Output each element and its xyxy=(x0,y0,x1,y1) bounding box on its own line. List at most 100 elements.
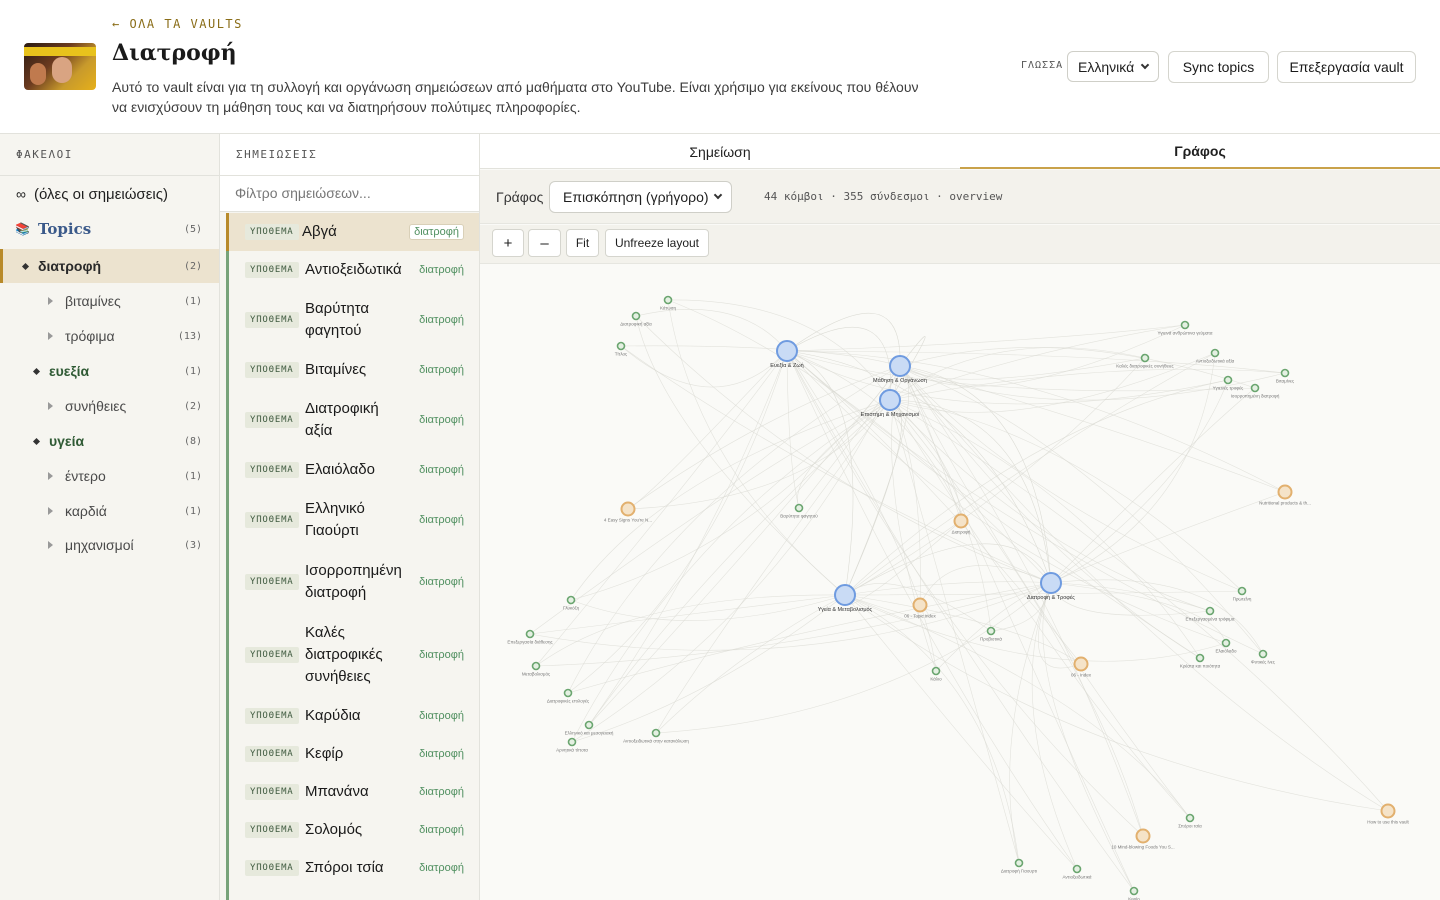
graph-node-note[interactable] xyxy=(1180,320,1190,330)
note-list-item[interactable]: ΥΠΟΘΕΜΑ Βιταμίνες διατροφή xyxy=(226,351,479,389)
note-list-item[interactable]: ΥΠΟΘΕΜΑ Ελαιόλαδο διατροφή xyxy=(226,451,479,489)
vault-header: ← ΟΛΑ ΤΑ VAULTS Διατροφή Αυτό το vault ε… xyxy=(0,0,1440,134)
graph-node-note[interactable] xyxy=(1185,813,1195,823)
graph-mode-select[interactable]: Επισκόπηση (γρήγορο) xyxy=(549,181,732,213)
graph-node-note[interactable] xyxy=(1250,383,1260,393)
note-list-item[interactable]: ΥΠΟΘΕΜΑ Αβγά διατροφή xyxy=(226,213,479,251)
graph-node-note[interactable] xyxy=(525,629,535,639)
graph-edge xyxy=(571,365,901,743)
language-select[interactable]: Ελληνικά xyxy=(1067,51,1159,82)
note-list-item[interactable]: ΥΠΟΘΕΜΑ Ελληνικό Γιαούρτι διατροφή xyxy=(226,489,479,551)
graph-svg[interactable]: Ευεξία & Ζωή Μάθηση & Οργάνωση Επιστήμη & … xyxy=(480,264,1440,900)
graph-node-topic[interactable] xyxy=(776,340,798,362)
graph-node-source[interactable] xyxy=(1380,803,1396,819)
graph-node-note[interactable] xyxy=(584,720,594,730)
note-list-item[interactable]: ΥΠΟΘΕΜΑ Κεφίρ διατροφή xyxy=(226,735,479,773)
graph-canvas[interactable]: Ευεξία & Ζωή Μάθηση & Οργάνωση Επιστήμη & … xyxy=(480,264,1440,900)
folder-topics[interactable]: 📚 Topics (5) xyxy=(0,212,219,246)
graph-node-note[interactable] xyxy=(531,661,541,671)
folder-topics-count: (5) xyxy=(183,223,202,235)
folder-all-label: (όλες οι σημειώσεις) xyxy=(33,185,168,203)
notes-filter-input[interactable]: Φίλτρο σημειώσεων... xyxy=(220,176,479,212)
graph-node-note[interactable] xyxy=(794,503,804,513)
graph-node-source[interactable] xyxy=(1073,656,1089,672)
note-type-badge: ΥΠΟΘΕΜΑ xyxy=(245,574,299,590)
zoom-in-button[interactable]: + xyxy=(492,229,524,257)
sync-topics-button[interactable]: Sync topics xyxy=(1168,51,1269,83)
folder-item[interactable]: έντερο (1) xyxy=(0,459,219,493)
graph-node-topic[interactable] xyxy=(879,389,901,411)
graph-node-note[interactable] xyxy=(567,737,577,747)
graph-node-note[interactable] xyxy=(1223,375,1233,385)
graph-node-note[interactable] xyxy=(1072,864,1082,874)
note-list-item[interactable]: ΥΠΟΘΕΜΑ Μπανάνα διατροφή xyxy=(226,773,479,811)
graph-node-topic[interactable] xyxy=(1040,572,1062,594)
unfreeze-layout-button[interactable]: Unfreeze layout xyxy=(605,229,709,257)
graph-node-note[interactable] xyxy=(1280,368,1290,378)
graph-node-label: Επεξεργασία διάθεσης xyxy=(507,639,553,645)
graph-node-note[interactable] xyxy=(631,311,641,321)
back-to-vaults-link[interactable]: ← ΟΛΑ ΤΑ VAULTS xyxy=(112,17,243,31)
graph-node-label: Διατροφή xyxy=(952,529,971,535)
note-list-item[interactable]: ΥΠΟΘΕΜΑΥγιεινάδιατροφή xyxy=(226,887,479,900)
folder-item[interactable]: βιταμίνες (1) xyxy=(0,284,219,318)
folder-item[interactable]: τρόφιμα (13) xyxy=(0,319,219,353)
graph-node-note[interactable] xyxy=(651,728,661,738)
fit-button[interactable]: Fit xyxy=(566,229,599,257)
graph-node-topic[interactable] xyxy=(834,584,856,606)
graph-node-topic[interactable] xyxy=(889,355,911,377)
graph-node-source[interactable] xyxy=(1135,828,1151,844)
note-list-item[interactable]: ΥΠΟΘΕΜΑ Ισορροπημένη διατροφή διατροφή xyxy=(226,551,479,613)
graph-node-note[interactable] xyxy=(931,666,941,676)
graph-node-note[interactable] xyxy=(566,595,576,605)
graph-edge xyxy=(1031,582,1078,870)
graph-node-note[interactable] xyxy=(1014,858,1024,868)
graph-node-note[interactable] xyxy=(1205,606,1215,616)
graph-node-label: Κεφίρ xyxy=(1128,897,1140,900)
edit-vault-button[interactable]: Επεξεργασία vault xyxy=(1277,51,1416,83)
graph-node-source[interactable] xyxy=(953,513,969,529)
graph-edge xyxy=(627,365,901,510)
graph-node-note[interactable] xyxy=(563,688,573,698)
folder-all-notes[interactable]: ∞ (όλες οι σημειώσεις) xyxy=(0,177,219,211)
graph-node-note[interactable] xyxy=(663,295,673,305)
graph-node-note[interactable] xyxy=(1195,653,1205,663)
graph-edge xyxy=(655,399,891,734)
note-title: Ισορροπημένη διατροφή xyxy=(305,562,402,601)
folder-item[interactable]: συνήθειες (2) xyxy=(0,389,219,423)
note-folder-label: διατροφή xyxy=(419,862,464,874)
folder-item[interactable]: διατροφή (2) xyxy=(0,249,219,283)
note-list-item[interactable]: ΥΠΟΘΕΜΑ Σπόροι τσία διατροφή xyxy=(226,849,479,887)
graph-node-note[interactable] xyxy=(1221,638,1231,648)
folder-item[interactable]: καρδιά (1) xyxy=(0,494,219,528)
graph-node-label: Φυτικές ίνες xyxy=(1251,659,1276,665)
graph-node-label: Υγιεινά ανθρώπινα γεύματα xyxy=(1158,330,1213,336)
folder-item[interactable]: υγεία (8) xyxy=(0,424,219,458)
graph-node-note[interactable] xyxy=(1210,348,1220,358)
note-list-item[interactable]: ΥΠΟΘΕΜΑ Καλές διατροφικές συνήθειες διατρο… xyxy=(226,613,479,697)
tab-note[interactable]: Σημείωση xyxy=(480,134,960,169)
graph-node-note[interactable] xyxy=(1129,886,1139,896)
graph-node-label: Αντιοξειδωτικά αξία xyxy=(1196,358,1235,364)
note-list-item[interactable]: ΥΠΟΘΕΜΑ Αντιοξειδωτικά διατροφή xyxy=(226,251,479,289)
graph-edge xyxy=(620,345,788,388)
note-list-item[interactable]: ΥΠΟΘΕΜΑ Διατροφική αξία διατροφή xyxy=(226,389,479,451)
graph-node-source[interactable] xyxy=(1277,484,1293,500)
graph-node-note[interactable] xyxy=(1237,586,1247,596)
graph-node-source[interactable] xyxy=(620,501,636,517)
graph-node-note[interactable] xyxy=(1140,353,1150,363)
graph-node-note[interactable] xyxy=(1258,649,1268,659)
note-list-item[interactable]: ΥΠΟΘΕΜΑ Καρύδια διατροφή xyxy=(226,697,479,735)
note-title: Βιταμίνες xyxy=(305,361,367,378)
graph-node-note[interactable] xyxy=(986,626,996,636)
tab-graph[interactable]: Γράφος xyxy=(960,134,1440,169)
graph-node-source[interactable] xyxy=(912,597,928,613)
zoom-out-button[interactable]: – xyxy=(528,229,561,257)
folder-item-count: (2) xyxy=(183,400,202,412)
graph-node-note[interactable] xyxy=(616,341,626,351)
folder-item[interactable]: μηχανισμοί (3) xyxy=(0,528,219,562)
note-list-item[interactable]: ΥΠΟΘΕΜΑ Βαρύτητα φαγητού διατροφή xyxy=(226,289,479,351)
note-list-item[interactable]: ΥΠΟΘΕΜΑ Σολομός διατροφή xyxy=(226,811,479,849)
folder-item[interactable]: ευεξία (1) xyxy=(0,354,219,388)
notes-heading: ΣΗΜΕΙΩΣΕΙΣ xyxy=(220,134,479,176)
